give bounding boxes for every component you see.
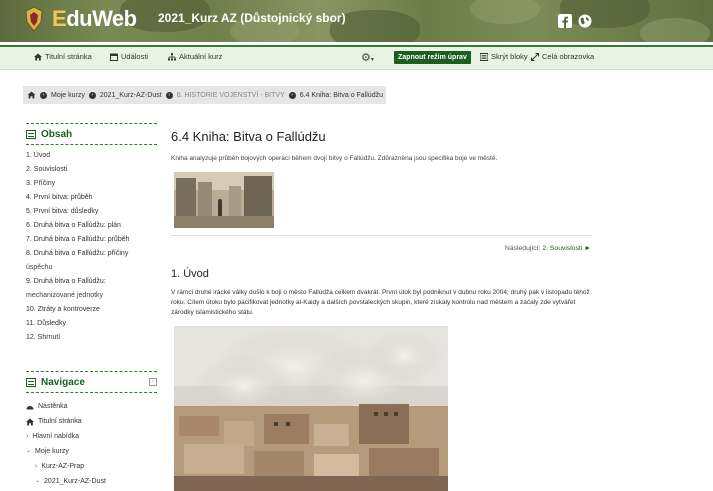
expand-icon: [531, 52, 539, 61]
breadcrumb-item-section[interactable]: 6. HISTORIE VOJENSTVÍ - BITVY: [177, 92, 285, 99]
list-icon: [26, 377, 36, 387]
home-icon: [34, 53, 42, 60]
fullscreen-button[interactable]: Celá obrazovka: [531, 52, 594, 61]
list-icon: [480, 52, 488, 61]
site-header: EduWeb 2021_Kurz AZ (Důstojnický sbor): [0, 0, 713, 42]
section-text: V rámci druhé irácké války došlo k boji …: [171, 289, 590, 316]
nav-home[interactable]: Titulní stránka: [34, 52, 92, 61]
chevron-right-icon: ›: [88, 91, 96, 99]
page-title: 6.4 Kniha: Bitva o Fallúdžu: [171, 129, 326, 144]
breadcrumb-item-my-courses[interactable]: Moje kurzy: [51, 92, 85, 99]
toc-item[interactable]: úspěchu: [26, 261, 157, 275]
toc-item[interactable]: 5. První bitva: důsledky: [26, 205, 157, 219]
toc-item[interactable]: 2. Souvislosti: [26, 163, 157, 177]
next-chapter-link[interactable]: Následující: 2. Souvislosti ►: [420, 245, 591, 252]
battle-photo-image: [174, 326, 448, 491]
nav-main-menu[interactable]: › Hlavní nabídka: [26, 429, 157, 444]
toc-item[interactable]: 11. Důsledky: [26, 317, 157, 331]
facebook-icon[interactable]: [558, 14, 572, 28]
nav-current-course[interactable]: Aktuální kurz: [168, 52, 222, 61]
toc-item[interactable]: 10. Ztráty a kontroverze: [26, 303, 157, 317]
chevron-down-icon: ⌄: [26, 448, 32, 454]
toc-item[interactable]: 4. První bitva: průběh: [26, 191, 157, 205]
breadcrumb: › Moje kurzy › 2021_Kurz-AZ-Dust › 6. HI…: [23, 86, 386, 104]
eduweb-logo[interactable]: EduWeb: [52, 6, 137, 32]
list-icon: [26, 129, 36, 139]
nav-events[interactable]: Události: [110, 52, 148, 61]
toc-item[interactable]: 8. Druhá bitva o Fallúdžu: příčiny: [26, 247, 157, 261]
dashboard-icon: [26, 405, 34, 409]
nav-dashboard[interactable]: Nástěnka: [26, 399, 157, 414]
toc-block: Obsah 1. Úvod 2. Souvislosti 3. Příčiny …: [26, 123, 157, 345]
home-icon: [26, 418, 34, 425]
chevron-right-icon: ›: [35, 463, 38, 470]
chevron-right-icon: ›: [288, 91, 296, 99]
toc-item[interactable]: 9. Druhá bitva o Fallúdžu:: [26, 275, 157, 289]
globe-icon[interactable]: [578, 14, 592, 28]
toc-item: 1. Úvod: [26, 152, 51, 159]
book-intro: Kniha analyzuje průběh bojových operací …: [171, 155, 498, 162]
toc-item[interactable]: 6. Druhá bitva o Fallúdžu: plán: [26, 219, 157, 233]
toc-item[interactable]: 7. Druhá bitva o Fallúdžu: průběh: [26, 233, 157, 247]
chevron-down-icon: ⌄: [35, 478, 41, 484]
calendar-icon: [110, 53, 118, 61]
sitemap-icon: [168, 52, 176, 60]
nav-my-courses[interactable]: ⌄ Moje kurzy: [26, 444, 157, 459]
collapse-icon[interactable]: -: [149, 378, 157, 386]
nav-home-page[interactable]: Titulní stránka: [26, 414, 157, 429]
course-title: 2021_Kurz AZ (Důstojnický sbor): [158, 11, 346, 25]
breadcrumb-item-current[interactable]: 6.4 Kniha: Bitva o Fallúdžu: [300, 92, 383, 99]
breadcrumb-item-course[interactable]: 2021_Kurz-AZ-Dust: [100, 92, 162, 99]
chevron-right-icon: ›: [26, 433, 29, 440]
settings-gear-icon[interactable]: ⚙▾: [361, 51, 374, 64]
toc-list: 1. Úvod 2. Souvislosti 3. Příčiny 4. Prv…: [26, 149, 157, 345]
toc-block-header: Obsah: [26, 123, 157, 145]
hide-blocks-button[interactable]: Skrýt bloky: [480, 52, 528, 61]
nav-course-prap[interactable]: › Kurz-AZ-Prap: [26, 459, 157, 474]
section-title: 1. Úvod: [171, 268, 209, 280]
toc-item[interactable]: 3. Příčiny: [26, 177, 157, 191]
toc-item[interactable]: 12. Shrnutí: [26, 331, 157, 345]
navigation-block-header: Navigace -: [26, 371, 157, 393]
nav-course-dust[interactable]: ⌄ 2021_Kurz-AZ-Dust: [26, 474, 157, 489]
edit-mode-button[interactable]: Zapnout režim úprav: [394, 51, 471, 64]
chevron-right-icon: ›: [40, 91, 47, 99]
navigation-list: Nástěnka Titulní stránka › Hlavní nabídk…: [26, 399, 157, 489]
navigation-block: Navigace - Nástěnka Titulní stránka › Hl…: [26, 371, 157, 489]
chevron-right-icon: ›: [165, 91, 173, 99]
home-icon[interactable]: [27, 91, 36, 99]
divider: [171, 235, 592, 236]
emblem-icon: [25, 6, 43, 32]
book-thumbnail-image: [174, 172, 274, 228]
main-navbar: Titulní stránka Události Aktuální kurz ⚙…: [0, 45, 713, 70]
toc-item[interactable]: mechanizované jednotky: [26, 289, 157, 303]
